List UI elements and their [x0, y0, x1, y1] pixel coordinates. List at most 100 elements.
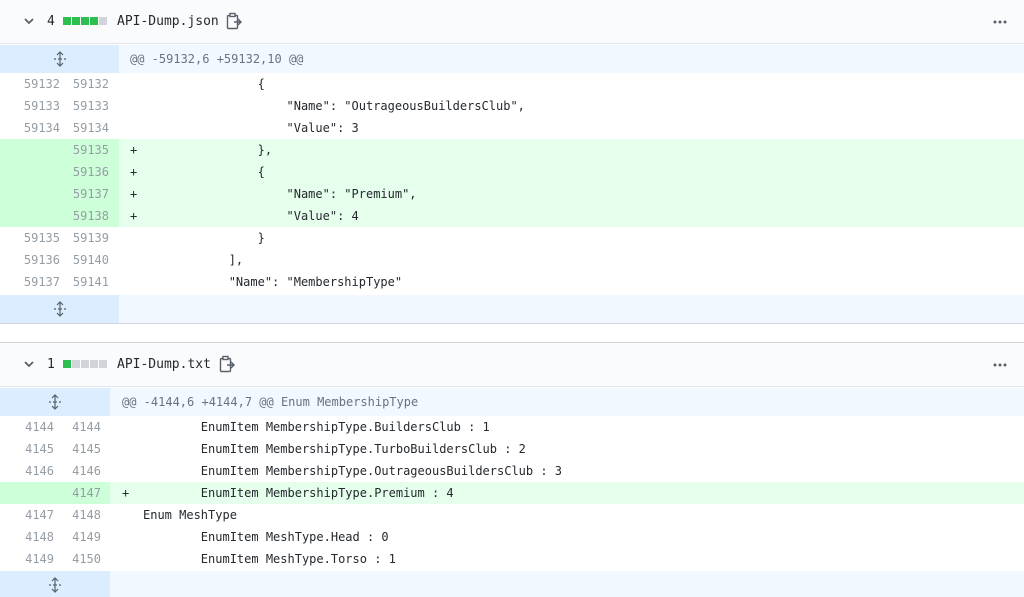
kebab-horizontal-icon[interactable]	[992, 14, 1008, 30]
context-line: 4149 4150 EnumItem MeshType.Torso : 1	[0, 548, 1024, 570]
diffstat	[63, 360, 107, 368]
file-header: 4 API-Dump.json	[0, 0, 1024, 44]
context-line: 59134 59134 "Value": 3	[0, 117, 1024, 139]
new-line-number[interactable]: 4144	[72, 420, 101, 434]
code-text: "Value": 3	[142, 121, 359, 135]
added-line: 4147 + EnumItem MembershipType.Premium : …	[0, 482, 1024, 504]
old-line-number[interactable]: 59132	[24, 77, 60, 91]
code-text: EnumItem MeshType.Torso : 1	[143, 552, 396, 566]
diffstat-block	[72, 360, 80, 368]
diffstat-block	[63, 360, 71, 368]
new-line-number[interactable]: 4149	[72, 530, 101, 544]
new-line-number[interactable]: 59133	[73, 99, 109, 113]
hunk-text: @@ -59132,6 +59132,10 @@	[130, 52, 304, 66]
unfold-icon[interactable]	[0, 388, 110, 416]
code-text: ],	[142, 253, 244, 267]
copy-path-icon[interactable]	[226, 12, 242, 30]
context-line: 4144 4144 EnumItem MembershipType.Builder…	[0, 416, 1024, 438]
hunk-header: @@ -59132,6 +59132,10 @@	[0, 45, 1024, 73]
diffstat-block	[90, 360, 98, 368]
added-line: 59137 + "Name": "Premium",	[0, 183, 1024, 205]
context-line: 59132 59132 {	[0, 73, 1024, 95]
hunk-header: @@ -4144,6 +4144,7 @@ Enum MembershipTyp…	[0, 388, 1024, 416]
context-line: 59137 59141 "Name": "MembershipType"	[0, 271, 1024, 293]
old-line-number[interactable]: 59133	[24, 99, 60, 113]
file-name-link[interactable]: API-Dump.json	[117, 14, 219, 29]
code-text: "Name": "MembershipType"	[142, 275, 403, 289]
context-line: 59135 59139 }	[0, 227, 1024, 249]
unfold-icon[interactable]	[0, 571, 110, 597]
code-text: EnumItem MembershipType.BuildersClub : 1	[143, 420, 490, 434]
context-line: 59133 59133 "Name": "OutrageousBuildersCl…	[0, 95, 1024, 117]
kebab-horizontal-icon[interactable]	[992, 357, 1008, 373]
new-line-number[interactable]: 59134	[73, 121, 109, 135]
code-text: EnumItem MembershipType.OutrageousBuilde…	[143, 464, 563, 478]
chevron-down-icon[interactable]	[22, 357, 36, 371]
code-text: EnumItem MembershipType.TurboBuildersClu…	[143, 442, 526, 456]
old-line-number[interactable]: 59135	[24, 231, 60, 245]
diffstat	[63, 17, 107, 25]
context-line: 4147 4148 Enum MeshType	[0, 504, 1024, 526]
expand-row	[0, 571, 1024, 597]
new-line-number[interactable]: 59141	[73, 275, 109, 289]
code-text: {	[142, 165, 265, 179]
old-line-number[interactable]: 59137	[24, 275, 60, 289]
diffstat-block	[81, 360, 89, 368]
diff-marker: +	[130, 143, 138, 157]
new-line-number[interactable]: 59136	[73, 165, 109, 179]
context-line: 4146 4146 EnumItem MembershipType.Outrage…	[0, 460, 1024, 482]
context-line: 4145 4145 EnumItem MembershipType.TurboBu…	[0, 438, 1024, 460]
file-header: 1 API-Dump.txt	[0, 343, 1024, 387]
expand-row	[0, 295, 1024, 323]
code-text: "Value": 4	[142, 209, 359, 223]
new-line-number[interactable]: 59135	[73, 143, 109, 157]
new-line-number[interactable]: 59139	[73, 231, 109, 245]
diff-marker: +	[130, 165, 138, 179]
new-line-number[interactable]: 4150	[72, 552, 101, 566]
new-line-number[interactable]: 59132	[73, 77, 109, 91]
old-line-number[interactable]: 4147	[25, 508, 54, 522]
new-line-number[interactable]: 4146	[72, 464, 101, 478]
file-name-link[interactable]: API-Dump.txt	[117, 357, 211, 372]
unfold-icon[interactable]	[0, 295, 119, 323]
file-diff-api-dump-txt: 1 API-Dump.txt @@ -4144,6 +4144,7 @@ Enu…	[0, 342, 1024, 597]
copy-path-icon[interactable]	[219, 355, 235, 373]
new-line-number[interactable]: 59140	[73, 253, 109, 267]
unfold-icon[interactable]	[0, 45, 119, 73]
old-line-number[interactable]: 4144	[25, 420, 54, 434]
old-line-number[interactable]: 59136	[24, 253, 60, 267]
diff-marker: +	[122, 486, 130, 500]
code-text: "Name": "Premium",	[142, 187, 417, 201]
context-line: 4148 4149 EnumItem MeshType.Head : 0	[0, 526, 1024, 548]
diff-marker: +	[130, 209, 138, 223]
diffstat-block	[81, 17, 89, 25]
diffstat-block	[99, 360, 107, 368]
context-line: 59136 59140 ],	[0, 249, 1024, 271]
new-line-number[interactable]: 4148	[72, 508, 101, 522]
old-line-number[interactable]: 4145	[25, 442, 54, 456]
new-line-number[interactable]: 4147	[72, 486, 101, 500]
code-text: EnumItem MembershipType.Premium : 4	[143, 486, 454, 500]
old-line-number[interactable]: 4149	[25, 552, 54, 566]
diffstat-block	[99, 17, 107, 25]
diffstat-block	[72, 17, 80, 25]
code-text: Enum MeshType	[143, 508, 237, 522]
diffstat-block	[63, 17, 71, 25]
changes-count: 1	[47, 357, 55, 372]
chevron-down-icon[interactable]	[22, 14, 36, 28]
new-line-number[interactable]: 59137	[73, 187, 109, 201]
old-line-number[interactable]: 4146	[25, 464, 54, 478]
code-text: }	[142, 231, 265, 245]
code-text: {	[142, 77, 265, 91]
new-line-number[interactable]: 59138	[73, 209, 109, 223]
file-diff-api-dump-json: 4 API-Dump.json @@ -59132,6 +59132,10 @@…	[0, 0, 1024, 324]
old-line-number[interactable]: 4148	[25, 530, 54, 544]
added-line: 59136 + {	[0, 161, 1024, 183]
added-line: 59138 + "Value": 4	[0, 205, 1024, 227]
code-text: "Name": "OutrageousBuildersClub",	[142, 99, 525, 113]
diffstat-block	[90, 17, 98, 25]
changes-count: 4	[47, 14, 55, 29]
added-line: 59135 + },	[0, 139, 1024, 161]
new-line-number[interactable]: 4145	[72, 442, 101, 456]
old-line-number[interactable]: 59134	[24, 121, 60, 135]
